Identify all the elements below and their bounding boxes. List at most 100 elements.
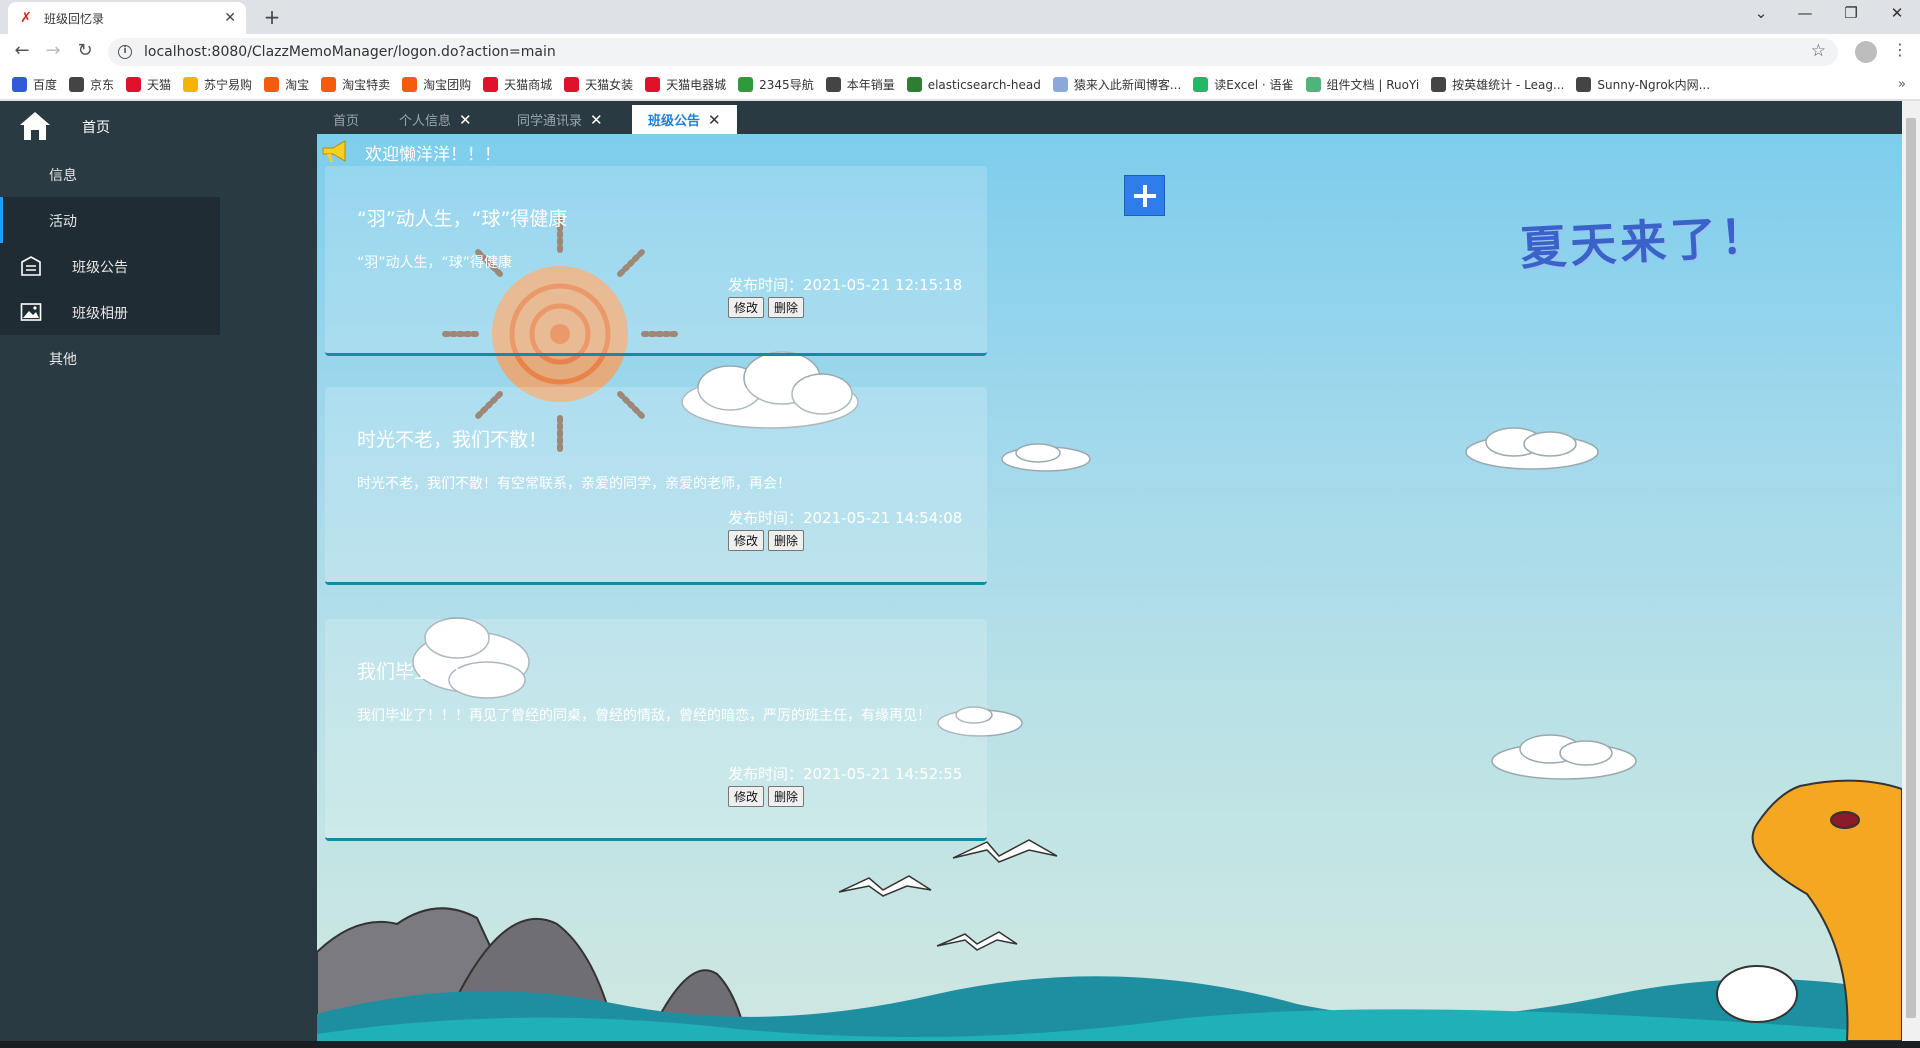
bookmark-item[interactable]: elasticsearch-head [906, 77, 1041, 92]
notice-title: “羽”动人生，“球”得健康 [357, 208, 568, 230]
add-announcement-button[interactable] [1124, 175, 1165, 216]
bookmark-favicon-icon [69, 77, 85, 92]
os-taskbar [0, 1041, 1920, 1048]
bookmark-star-icon[interactable]: ☆ [1811, 41, 1826, 61]
bookmark-item[interactable]: 天猫商城 [483, 76, 552, 93]
bookmark-label: 苏宁易购 [204, 78, 253, 92]
reload-icon[interactable]: ↻ [73, 40, 97, 61]
restore-button[interactable]: ❐ [1836, 4, 1866, 22]
tab-home[interactable]: 首页 [317, 105, 383, 134]
tab-personal-info[interactable]: 个人信息 ✕ [383, 105, 488, 134]
bookmark-label: 百度 [33, 78, 58, 92]
notice-actions: 修改 删除 [728, 297, 805, 318]
bookmark-label: 按英雄统计 - Leag... [1452, 78, 1565, 92]
delete-button[interactable]: 删除 [768, 297, 805, 318]
sidebar-item-label: 其他 [49, 352, 77, 368]
announcement-icon [21, 256, 41, 276]
bookmark-label: 天猫电器城 [666, 78, 727, 92]
bookmark-label: 淘宝 [285, 78, 310, 92]
sidebar-item-info[interactable]: 信息 [0, 151, 220, 197]
bookmark-item[interactable]: Sunny-Ngrok内网... [1576, 76, 1710, 93]
notice-body: “羽”动人生，“球”得健康 [357, 255, 513, 271]
bookmark-item[interactable]: 2345导航 [738, 76, 814, 93]
edit-button[interactable]: 修改 [728, 297, 765, 318]
close-icon[interactable]: ✕ [590, 111, 603, 129]
close-icon[interactable]: ✕ [459, 111, 472, 129]
tab-class-announcements[interactable]: 班级公告 ✕ [632, 105, 737, 134]
bookmark-favicon-icon [825, 77, 841, 92]
notice-card: 我们毕业了！！！ 我们毕业了！！！再见了曾经的同桌，曾经的情敌，曾经的暗恋，严厉… [325, 619, 987, 841]
tab-label: 同学通讯录 [517, 114, 583, 129]
sea [317, 976, 1902, 1041]
sea [317, 1009, 1902, 1041]
bookmark-item[interactable]: 百度 [12, 76, 57, 93]
edit-button[interactable]: 修改 [728, 530, 765, 551]
bookmark-favicon-icon [321, 77, 337, 92]
close-icon[interactable]: ✕ [708, 111, 721, 129]
bookmark-item[interactable]: 京东 [69, 76, 114, 93]
new-tab-button[interactable]: + [260, 5, 284, 29]
site-info-icon[interactable]: i [118, 45, 132, 59]
edit-button[interactable]: 修改 [728, 786, 765, 807]
bookmark-item[interactable]: 苏宁易购 [183, 76, 252, 93]
bookmark-label: 猿来入此新闻博客... [1073, 78, 1182, 92]
browser-menu-icon[interactable]: ⋮ [1892, 40, 1908, 59]
url-input[interactable]: i localhost:8080/ClazzMemoManager/logon.… [108, 38, 1838, 66]
close-tab-icon[interactable]: ✕ [224, 10, 236, 26]
mountain [645, 969, 749, 1041]
bookmark-item[interactable]: 天猫女装 [564, 76, 633, 93]
bookmark-item[interactable]: 猿来入此新闻博客... [1052, 76, 1182, 93]
tab-label: 个人信息 [399, 114, 452, 129]
bookmark-favicon-icon [12, 77, 27, 92]
sidebar-item-label: 活动 [49, 214, 77, 230]
bookmark-label: 组件文档 | RuoYi [1326, 78, 1420, 92]
bookmark-item[interactable]: 组件文档 | RuoYi [1305, 76, 1420, 93]
close-window-button[interactable]: ✕ [1882, 4, 1912, 22]
forward-icon[interactable]: → [41, 40, 65, 61]
browser-tab[interactable]: ✗ 班级回忆录 ✕ [8, 2, 246, 34]
megaphone-icon [322, 140, 346, 162]
tab-search-icon[interactable]: ⌄ [1746, 4, 1776, 22]
bookmark-favicon-icon [264, 77, 280, 92]
sidebar-item-activity[interactable]: 活动 [0, 197, 220, 243]
bookmark-item[interactable]: 淘宝团购 [402, 76, 471, 93]
notice-title: 我们毕业了！！！ [357, 661, 510, 683]
bookmark-item[interactable]: 淘宝 [264, 76, 309, 93]
notice-card: “羽”动人生，“球”得健康 “羽”动人生，“球”得健康 发布时间：2021-05… [325, 166, 987, 356]
notice-body: 我们毕业了！！！再见了曾经的同桌，曾经的情敌，曾经的暗恋，严厉的班主任，有缘再见… [357, 708, 931, 724]
profile-avatar-icon[interactable] [1855, 41, 1877, 63]
sidebar-item-announcements[interactable]: 班级公告 [0, 243, 220, 289]
gull [936, 931, 1018, 951]
bookmark-label: 2345导航 [759, 78, 814, 92]
bookmark-label: 本年销量 [846, 78, 895, 92]
back-icon[interactable]: ← [10, 40, 34, 61]
bookmarks-more-icon[interactable]: » [1898, 77, 1906, 92]
sidebar: 首页 信息 活动 班级公告 班级相册 其他 [0, 101, 317, 1041]
minimize-button[interactable]: — [1790, 4, 1820, 22]
sidebar-home[interactable]: 首页 [0, 101, 317, 151]
page-tabs: 首页 个人信息 ✕ 同学通讯录 ✕ 班级公告 ✕ [317, 101, 1902, 134]
bookmark-item[interactable]: 天猫电器城 [645, 76, 726, 93]
bookmark-item[interactable]: 按英雄统计 - Leag... [1431, 76, 1564, 93]
bookmark-item[interactable]: 淘宝特卖 [321, 76, 390, 93]
bookmark-item[interactable]: 读Excel · 语雀 [1193, 76, 1294, 93]
url-text: localhost:8080/ClazzMemoManager/logon.do… [144, 44, 556, 60]
address-bar: ← → ↻ i localhost:8080/ClazzMemoManager/… [0, 34, 1920, 70]
sidebar-item-other[interactable]: 其他 [0, 335, 220, 381]
delete-button[interactable]: 删除 [768, 530, 805, 551]
gull [952, 839, 1058, 863]
delete-button[interactable]: 删除 [768, 786, 805, 807]
bookmark-label: Sunny-Ngrok内网... [1597, 78, 1711, 92]
bookmark-item[interactable]: 天猫 [126, 76, 171, 93]
bookmark-label: 京东 [90, 78, 115, 92]
sidebar-item-album[interactable]: 班级相册 [0, 289, 220, 335]
tab-classmate-contacts[interactable]: 同学通讯录 ✕ [501, 105, 619, 134]
home-icon [20, 112, 50, 140]
browser-tab-strip: ✗ 班级回忆录 ✕ + ⌄ — ❐ ✕ [0, 0, 1920, 34]
scrollbar-thumb[interactable] [1906, 118, 1916, 1018]
dragon-illustration [1716, 779, 1902, 1041]
gull [838, 875, 932, 897]
bookmarks-bar: 百度 京东 天猫 苏宁易购 淘宝 淘宝特卖 淘宝团购 天猫商城 天猫女装 天猫电器城 2345导航 本… [0, 70, 1920, 100]
bookmark-label: 天猫女装 [585, 78, 634, 92]
bookmark-item[interactable]: 本年销量 [825, 76, 895, 93]
